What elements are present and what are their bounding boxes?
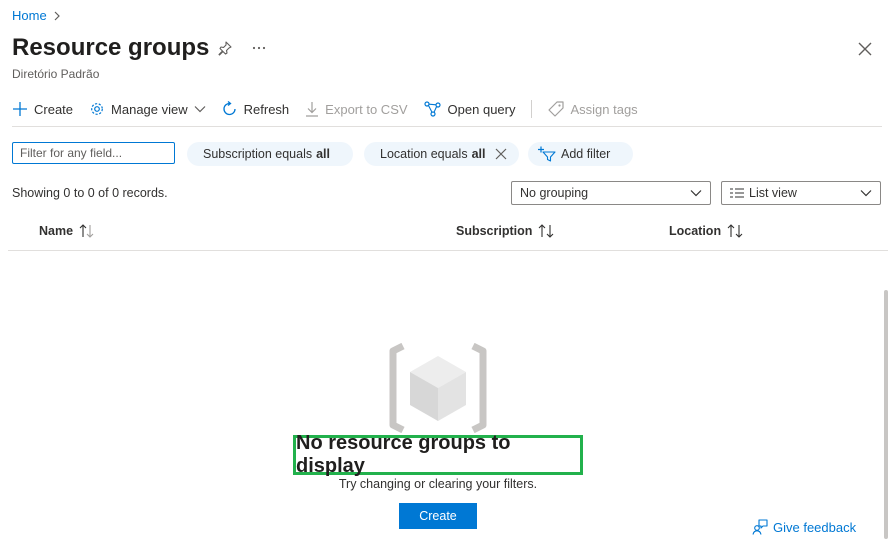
page-subtitle: Diretório Padrão	[12, 67, 100, 81]
export-csv-label: Export to CSV	[325, 101, 408, 117]
remove-filter-icon[interactable]	[495, 148, 507, 160]
command-bar: Create Manage view Refresh Export to CSV	[12, 96, 654, 122]
title-actions	[217, 40, 267, 56]
refresh-command[interactable]: Refresh	[222, 101, 290, 117]
assign-tags-label: Assign tags	[570, 101, 638, 117]
create-command-label: Create	[34, 101, 74, 117]
filter-input[interactable]	[12, 142, 175, 164]
gear-icon	[91, 103, 103, 115]
records-count: Showing 0 to 0 of 0 records.	[12, 186, 168, 200]
add-filter-icon	[538, 146, 556, 162]
toolbar-divider-line	[12, 126, 882, 127]
empty-state-title-text: No resource groups to display	[296, 432, 511, 477]
open-query-label: Open query	[447, 101, 516, 117]
vertical-scrollbar[interactable]	[884, 290, 888, 539]
table-header-divider	[8, 250, 888, 251]
query-icon	[423, 101, 441, 117]
location-filter-pill[interactable]: Location equals all	[364, 142, 519, 166]
empty-state-subtitle: Try changing or clearing your filters.	[338, 477, 538, 491]
plus-icon	[13, 102, 27, 116]
give-feedback-link[interactable]: Give feedback	[752, 519, 856, 535]
create-command[interactable]: Create	[12, 101, 73, 117]
sort-icon	[539, 224, 554, 238]
subscription-filter-value: all	[316, 147, 331, 161]
view-dropdown[interactable]: List view	[721, 181, 881, 205]
location-filter-value: all	[471, 147, 486, 161]
more-options-icon[interactable]	[251, 40, 267, 56]
sort-icon	[727, 224, 743, 238]
close-icon[interactable]	[858, 42, 872, 56]
refresh-label: Refresh	[243, 101, 290, 117]
download-icon	[306, 102, 319, 117]
grouping-selected: No grouping	[520, 186, 589, 200]
add-filter-label: Add filter	[561, 147, 611, 161]
open-query-command[interactable]: Open query	[423, 101, 516, 117]
page-title: Resource groups	[12, 34, 210, 61]
pin-icon[interactable]	[217, 40, 233, 56]
feedback-icon	[752, 519, 768, 535]
breadcrumb: Home	[12, 8, 61, 23]
grouping-dropdown[interactable]: No grouping	[511, 181, 711, 205]
empty-state-title: No resource groups to display	[293, 432, 583, 477]
column-header-subscription[interactable]: Subscription	[456, 224, 556, 238]
subscription-filter-label: Subscription equals	[203, 147, 313, 161]
chevron-down-icon	[194, 106, 206, 113]
column-header-subscription-label: Subscription	[456, 224, 533, 238]
list-view-icon	[730, 188, 744, 198]
breadcrumb-home-link[interactable]: Home	[12, 8, 47, 23]
resource-group-icon	[389, 343, 487, 433]
column-header-name[interactable]: Name	[39, 224, 95, 238]
give-feedback-label: Give feedback	[773, 519, 857, 535]
column-header-name-label: Name	[39, 224, 74, 238]
location-filter-label: Location equals	[380, 147, 468, 161]
toolbar-divider	[531, 100, 533, 118]
view-dropdown-content: List view	[730, 186, 797, 200]
export-csv-command[interactable]: Export to CSV	[305, 101, 408, 117]
tag-icon	[548, 101, 565, 117]
empty-state-create-button[interactable]: Create	[399, 503, 477, 529]
assign-tags-command[interactable]: Assign tags	[548, 101, 638, 117]
column-header-location[interactable]: Location	[669, 224, 745, 238]
add-filter-button[interactable]: Add filter	[528, 142, 633, 166]
chevron-down-icon	[690, 190, 702, 197]
view-selected: List view	[749, 186, 797, 200]
chevron-right-icon	[54, 11, 60, 20]
chevron-down-icon	[860, 190, 872, 197]
refresh-icon	[223, 101, 236, 116]
manage-view-command[interactable]: Manage view	[89, 101, 206, 117]
sort-icon	[79, 224, 94, 238]
column-header-location-label: Location	[669, 224, 722, 238]
subscription-filter-pill[interactable]: Subscription equals all	[187, 142, 353, 166]
manage-view-label: Manage view	[111, 101, 188, 117]
